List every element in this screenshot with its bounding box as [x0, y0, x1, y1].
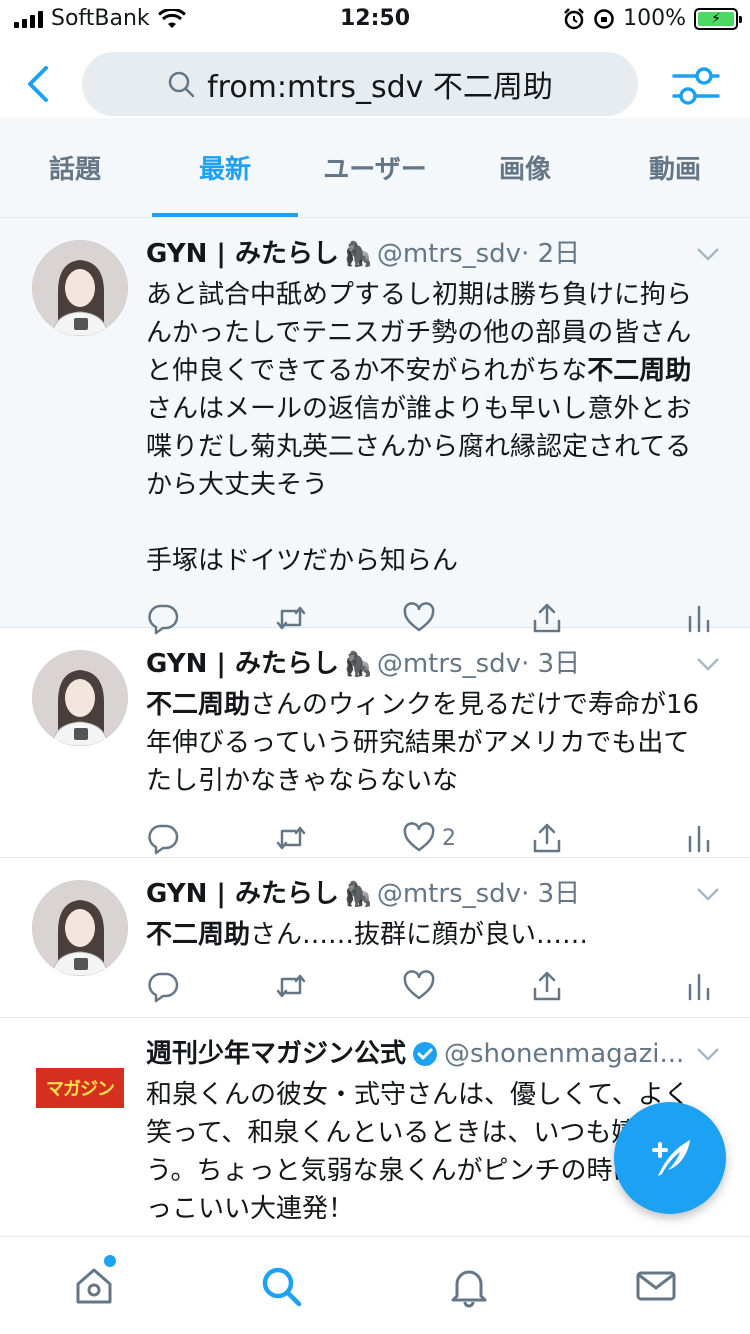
status-bar: SoftBank 12:50 100% ⚡	[0, 0, 750, 40]
search-input[interactable]: from:mtrs_sdv 不二周助	[82, 52, 638, 116]
display-name[interactable]: GYN | みたらし	[146, 646, 339, 682]
battery-icon: ⚡	[694, 7, 742, 30]
gorilla-emoji: 🦍	[342, 650, 373, 678]
retweet-icon	[276, 826, 306, 850]
bell-icon	[451, 1270, 487, 1307]
user-handle: @mtrs_sdv	[376, 649, 522, 679]
avatar[interactable]	[32, 650, 128, 746]
tweet-text: 不二周助さん……抜群に顔が良い……	[146, 920, 589, 950]
reply-icon	[148, 824, 179, 855]
mail-icon	[636, 1271, 676, 1300]
tweet[interactable]: GYN | みたらし 🦍 @mtrs_sdv · 3日 不二周助さん……抜群に顔…	[0, 858, 750, 1018]
reply-button[interactable]	[146, 969, 274, 1003]
stats-button[interactable]	[682, 821, 716, 855]
stats-icon	[688, 973, 710, 1001]
tweet-time: · 3日	[521, 879, 581, 909]
like-button[interactable]: 2	[402, 821, 530, 855]
stats-button[interactable]	[682, 969, 716, 1003]
tab-photos[interactable]: 画像	[450, 118, 600, 217]
share-icon	[533, 971, 561, 1001]
search-tabs: 話題 最新 ユーザー 画像 動画	[0, 118, 750, 218]
retweet-icon	[276, 974, 306, 998]
like-button[interactable]	[402, 969, 530, 1003]
new-content-dot	[104, 1255, 116, 1267]
tab-home[interactable]	[0, 1237, 188, 1334]
compose-tweet-icon	[652, 1140, 690, 1176]
gorilla-emoji: 🦍	[342, 240, 373, 268]
bottom-tab-bar	[0, 1236, 750, 1334]
chevron-down-icon[interactable]	[696, 246, 720, 262]
tab-messages[interactable]	[563, 1237, 750, 1334]
tab-top[interactable]: 話題	[0, 118, 150, 217]
tweet-actions	[146, 966, 710, 1006]
share-button[interactable]	[530, 969, 658, 1003]
like-count: 2	[442, 825, 456, 851]
retweet-button[interactable]	[274, 821, 402, 855]
heart-icon	[403, 970, 435, 1000]
share-button[interactable]	[530, 821, 658, 855]
user-handle: @mtrs_sdv	[376, 879, 522, 909]
verified-badge-icon	[413, 1042, 438, 1066]
retweet-button[interactable]	[274, 969, 402, 1003]
gorilla-emoji: 🦍	[342, 880, 373, 908]
home-icon	[76, 1268, 112, 1303]
compose-tweet-button[interactable]	[614, 1102, 726, 1214]
reply-icon	[148, 972, 179, 1003]
stats-icon	[688, 825, 710, 853]
magazine-logo[interactable]: マガジン	[36, 1068, 124, 1108]
avatar[interactable]	[32, 240, 128, 336]
avatar[interactable]	[32, 880, 128, 976]
search-header: from:mtrs_sdv 不二周助	[0, 40, 750, 130]
sliders-icon[interactable]	[672, 64, 720, 108]
chevron-down-icon[interactable]	[696, 1046, 720, 1062]
chevron-left-icon[interactable]	[24, 64, 54, 104]
tweet-text: あと試合中舐めプするし初期は勝ち負けに拘らんかったしでテニスガチ勢の他の部員の皆…	[146, 280, 693, 576]
reply-button[interactable]	[146, 821, 274, 855]
user-handle: @mtrs_sdv	[376, 239, 522, 269]
display-name[interactable]: GYN | みたらし	[146, 236, 339, 272]
tab-videos[interactable]: 動画	[600, 118, 750, 217]
tab-people[interactable]: ユーザー	[300, 118, 450, 217]
battery-percent: 100%	[623, 6, 686, 31]
display-name[interactable]: 週刊少年マガジン公式	[146, 1036, 406, 1072]
heart-icon	[403, 822, 435, 852]
user-handle: @shonenmagazi...	[444, 1039, 685, 1069]
tweet-time: · 2日	[521, 239, 581, 269]
search-icon	[263, 1267, 302, 1306]
tweet[interactable]: GYN | みたらし 🦍 @mtrs_sdv · 3日 不二周助さんのウィンクを…	[0, 628, 750, 858]
tab-latest[interactable]: 最新	[150, 118, 300, 217]
tab-search[interactable]	[188, 1237, 376, 1334]
tweet[interactable]: GYN | みたらし 🦍 @mtrs_sdv · 2日 あと試合中舐めプするし初…	[0, 218, 750, 635]
chevron-down-icon[interactable]	[696, 886, 720, 902]
alarm-icon	[564, 7, 584, 29]
search-query: from:mtrs_sdv 不二周助	[207, 70, 553, 105]
rotation-lock-icon	[594, 8, 614, 29]
tab-notifications[interactable]	[375, 1237, 563, 1334]
timeline: GYN | みたらし 🦍 @mtrs_sdv · 2日 あと試合中舐めプするし初…	[0, 218, 750, 1236]
tweet-time: · 3日	[521, 649, 581, 679]
tweet-actions: 2	[146, 818, 710, 858]
tweet-text: 不二周助さんのウィンクを見るだけで寿命が16年伸びるっていう研究結果がアメリカで…	[146, 690, 700, 796]
display-name[interactable]: GYN | みたらし	[146, 876, 339, 912]
search-icon	[168, 71, 195, 98]
chevron-down-icon[interactable]	[696, 656, 720, 672]
share-icon	[533, 823, 561, 853]
